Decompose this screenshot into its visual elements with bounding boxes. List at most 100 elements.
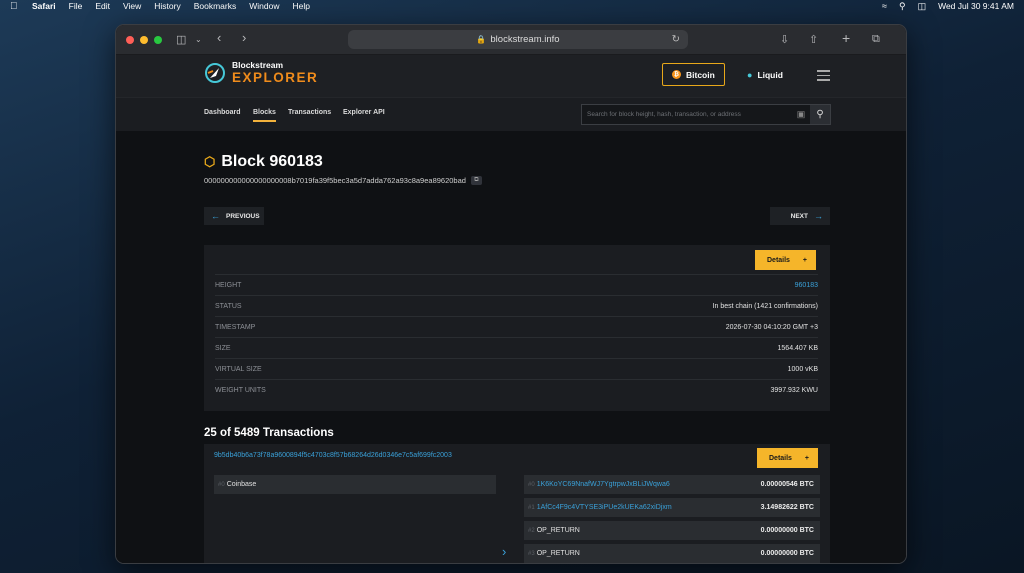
blockstream-logo[interactable]: Blockstream EXPLORER [204,61,318,84]
arrow-right-icon: → [814,211,823,221]
search-box: Search for block height, hash, transacti… [581,104,831,125]
menubar-clock[interactable]: Wed Jul 30 9:41 AM [938,1,1014,11]
next-block-button[interactable]: NEXT → [770,207,830,225]
logo-wordmark-small: Blockstream [232,60,284,70]
block-details-card: Details + HEIGHT 960183 STATUS In best c… [204,245,830,411]
detail-key: VIRTUAL SIZE [215,365,262,373]
menu-bookmarks[interactable]: Bookmarks [194,1,237,11]
input-index: #0 [218,481,225,488]
tx-output: #1 1AfCc4F9c4VTYSE3iPUe2kUEKa62xiDjxm 3.1… [524,498,820,517]
macos-menubar:  Safari File Edit View History Bookmark… [0,0,1024,12]
output-index: #2 [528,528,535,534]
detail-value: 1000 vKB [787,365,818,373]
nav-dashboard[interactable]: Dashboard [204,109,241,116]
output-op-return: OP_RETURN [536,527,580,534]
new-tab-icon[interactable]: + [842,30,850,46]
block-details-button[interactable]: Details + [755,250,816,270]
detail-key: TIMESTAMP [215,323,256,331]
block-hash: 000000000000000000008b7019fa39f5bec3a5d7… [204,176,482,185]
main-content: ⬡ Block 960183 000000000000000000008b701… [116,131,906,563]
network-liquid-button[interactable]: ● Liquid [738,63,792,86]
chevron-down-icon[interactable]: ⌄ [195,35,202,44]
nav-transactions[interactable]: Transactions [288,109,331,116]
next-label: NEXT [790,212,808,220]
detail-row-virtual-size: VIRTUAL SIZE 1000 vKB [215,358,818,379]
menu-history[interactable]: History [154,1,180,11]
detail-key: SIZE [215,344,231,352]
zoom-window-button[interactable] [154,35,162,44]
plus-icon: + [802,256,807,264]
app-menu-safari[interactable]: Safari [32,1,56,11]
site-header: Blockstream EXPLORER ₿ Bitcoin ● Liquid [116,55,906,97]
output-amount: 0.00000000 BTC [760,527,814,534]
menu-file[interactable]: File [69,1,83,11]
detail-value: In best chain (1421 confirmations) [712,302,818,310]
hamburger-menu-icon[interactable] [817,70,830,84]
block-title-text: Block 960183 [221,153,323,170]
previous-block-button[interactable]: ← PREVIOUS [204,207,264,225]
search-icon: ⚲ [816,109,824,120]
apple-menu-icon[interactable]:  [10,1,20,12]
logo-wordmark-big: EXPLORER [232,69,319,85]
wifi-icon[interactable]: ≈ [882,1,887,11]
height-link[interactable]: 960183 [795,282,818,289]
transaction-card: 9b5db40b6a73f78a9600894f5c4703c8f57b6826… [204,444,830,563]
input-label: Coinbase [226,481,257,488]
search-button[interactable]: ⚲ [810,105,830,124]
tx-input-coinbase: #0 Coinbase [214,475,496,494]
menu-help[interactable]: Help [292,1,309,11]
output-amount: 0.00000546 BTC [760,481,814,488]
nav-explorer-api[interactable]: Explorer API [343,109,385,116]
output-address-link[interactable]: 1AfCc4F9c4VTYSE3iPUe2kUEKa62xiDjxm [537,504,672,511]
output-address-link[interactable]: 1K6KoYC69NnafWJ7YgtrpwJxBLiJWqwa6 [537,481,670,488]
qr-scan-icon[interactable]: ▣ [792,109,810,120]
menu-window[interactable]: Window [249,1,279,11]
address-bar[interactable]: 🔒 blockstream.info ↻ [348,30,688,49]
site-subnav: Dashboard Blocks Transactions Explorer A… [116,97,906,131]
control-center-icon[interactable]: ◫ [918,1,927,12]
safari-window: ◫ ⌄ ‹ › 🔒 blockstream.info ↻ ⇩ ⇧ + ⧉ Blo… [115,24,907,564]
details-label: Details [767,256,790,264]
close-window-button[interactable] [126,35,134,44]
network-bitcoin-label: Bitcoin [686,69,715,80]
detail-key: WEIGHT UNITS [215,386,266,394]
output-op-return: OP_RETURN [536,550,580,557]
forward-icon[interactable]: › [242,30,246,45]
transaction-details-button[interactable]: Details + [757,448,818,468]
search-input[interactable]: Search for block height, hash, transacti… [582,111,792,118]
detail-value: 1564.407 KB [777,344,818,352]
network-bitcoin-button[interactable]: ₿ Bitcoin [662,63,725,86]
output-amount: 3.14982622 BTC [760,504,814,511]
window-controls [126,35,162,44]
tab-overview-icon[interactable]: ⧉ [872,33,880,46]
detail-row-status: STATUS In best chain (1421 confirmations… [215,295,818,316]
share-icon[interactable]: ⇧ [809,33,818,46]
downloads-icon[interactable]: ⇩ [780,33,789,46]
copy-icon[interactable]: ⧉ [470,176,482,185]
bitcoin-icon: ₿ [672,70,681,79]
tx-output: #0 1K6KoYC69NnafWJ7YgtrpwJxBLiJWqwa6 0.00… [524,475,820,494]
detail-key: HEIGHT [215,281,242,289]
nav-blocks[interactable]: Blocks [253,109,276,122]
output-amount: 0.00000000 BTC [760,550,814,557]
spotlight-search-icon[interactable]: ⚲ [899,1,906,12]
reload-icon[interactable]: ↻ [672,34,680,45]
minimize-window-button[interactable] [140,35,148,44]
detail-value: 2026-07-30 04:10:20 GMT +3 [725,323,818,331]
sidebar-toggle-icon[interactable]: ◫ [176,33,186,46]
details-label: Details [769,454,792,462]
browser-toolbar: ◫ ⌄ ‹ › 🔒 blockstream.info ↻ ⇩ ⇧ + ⧉ [116,25,906,55]
tx-output: #3 OP_RETURN 0.00000000 BTC [524,544,820,563]
output-index: #3 [528,551,535,557]
cube-icon: ⬡ [204,154,216,169]
detail-value: 3997.932 KWU [770,386,818,394]
rocket-logo-icon [205,62,225,83]
menu-edit[interactable]: Edit [95,1,110,11]
menu-view[interactable]: View [123,1,141,11]
lock-icon: 🔒 [476,35,487,44]
back-icon[interactable]: ‹ [217,30,221,45]
output-index: #1 [528,505,535,511]
detail-row-weight-units: WEIGHT UNITS 3997.932 KWU [215,379,818,400]
url-text: blockstream.info [490,34,560,45]
transaction-hash-link[interactable]: 9b5db40b6a73f78a9600894f5c4703c8f57b6826… [214,452,452,459]
